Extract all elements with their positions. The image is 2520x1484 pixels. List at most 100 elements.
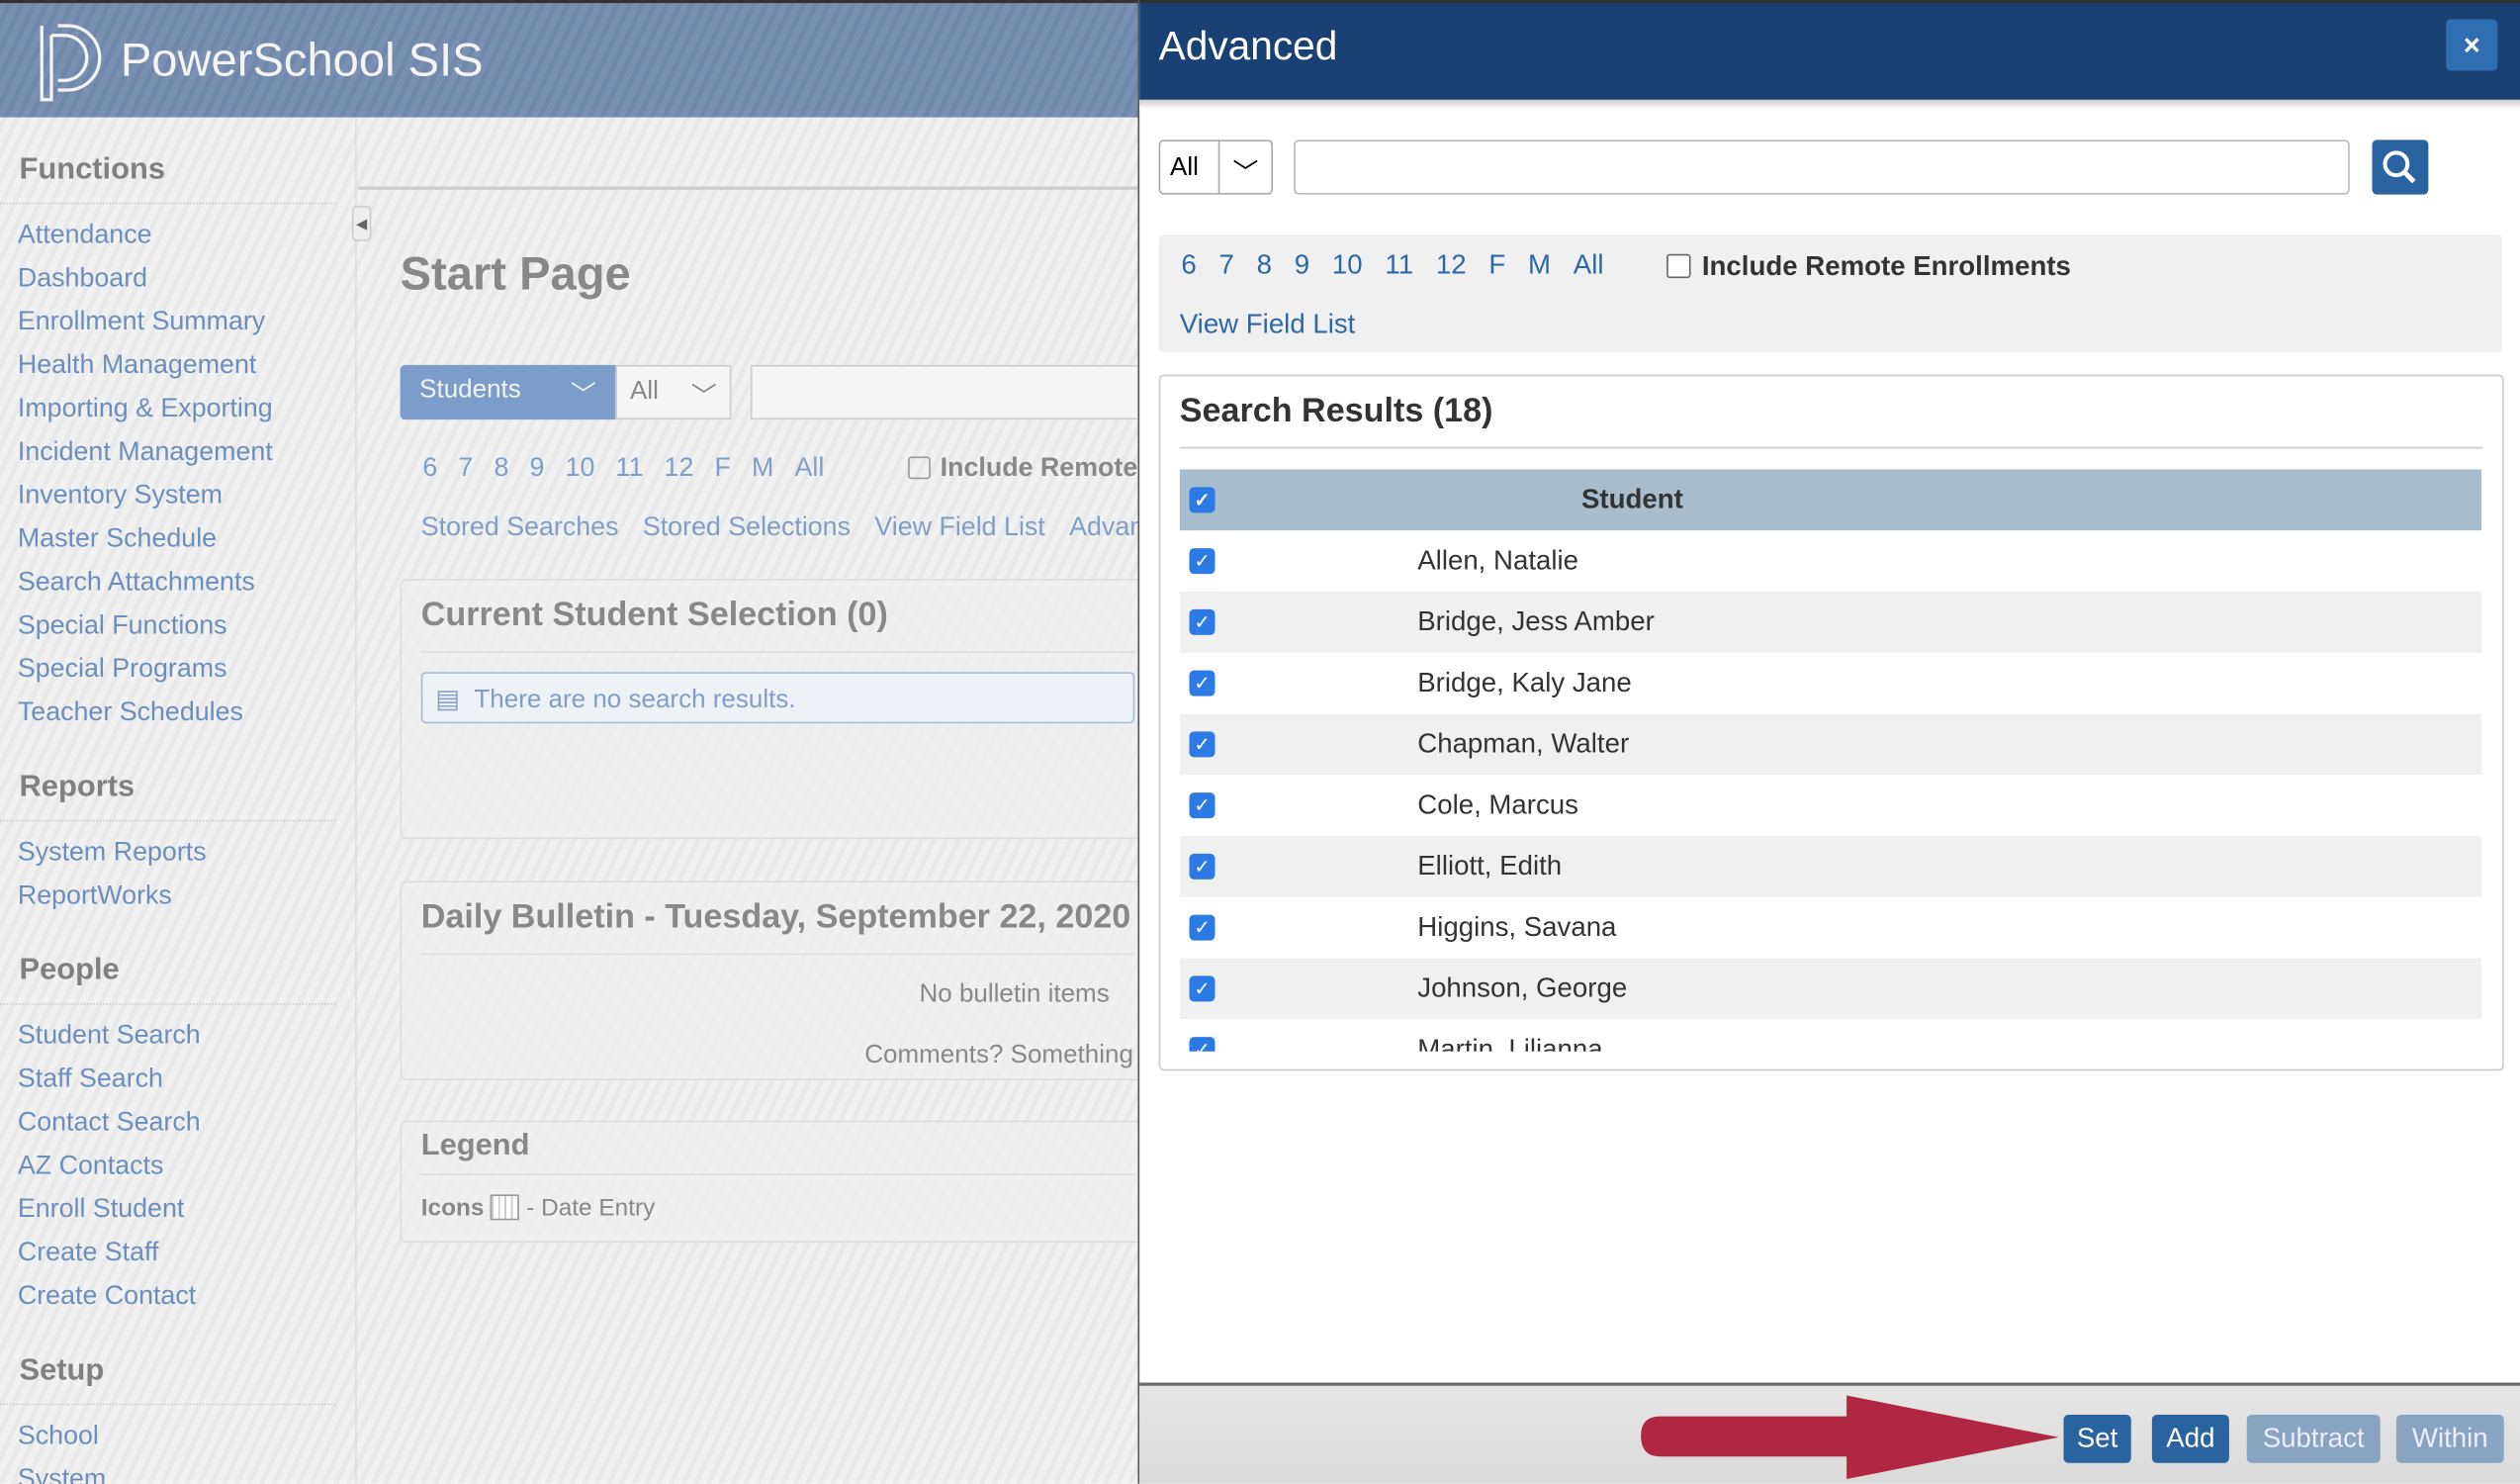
table-row[interactable]: ✓ Johnson, George <box>1179 958 2481 1020</box>
within-button[interactable]: Within <box>2395 1415 2504 1463</box>
grade-filter: 6 7 8 9 10 11 12 F M All <box>422 453 845 484</box>
table-row[interactable]: ✓ Cole, Marcus <box>1179 775 2481 836</box>
sidebar-item[interactable]: Master Schedule <box>0 517 355 561</box>
student-name[interactable]: Higgins, Savana <box>1417 911 1616 944</box>
sidebar-item[interactable]: Special Functions <box>0 604 355 648</box>
dialog-search-input[interactable] <box>1294 139 2350 195</box>
grade-link[interactable]: 7 <box>1219 249 1234 280</box>
dialog-include-remote-checkbox[interactable]: Include Remote Enrollments <box>1666 251 2071 284</box>
row-checkbox[interactable]: ✓ <box>1189 914 1215 941</box>
dialog-scope-select[interactable]: All ﹀ <box>1158 139 1273 195</box>
grade-link[interactable]: 10 <box>566 453 595 482</box>
search-link[interactable]: Stored Searches <box>421 512 619 541</box>
student-name[interactable]: Elliott, Edith <box>1417 851 1562 883</box>
search-input[interactable] <box>750 364 1153 420</box>
sidebar-item[interactable]: Importing & Exporting <box>0 388 355 431</box>
scope-select[interactable]: All ﹀ <box>615 364 732 420</box>
grade-link[interactable]: M <box>1528 249 1551 280</box>
grade-link[interactable]: 11 <box>616 453 644 482</box>
row-checkbox[interactable]: ✓ <box>1189 670 1215 696</box>
no-bulletin-text: No bulletin items <box>919 980 1110 1008</box>
row-checkbox[interactable]: ✓ <box>1189 975 1215 1002</box>
row-checkbox[interactable]: ✓ <box>1189 853 1215 880</box>
grade-link[interactable]: 10 <box>1332 249 1363 280</box>
row-checkbox[interactable]: ✓ <box>1189 608 1215 635</box>
chevron-down-icon: ﹀ <box>1217 141 1272 193</box>
grade-link[interactable]: 9 <box>530 453 545 482</box>
sidebar-item[interactable]: Enrollment Summary <box>0 301 355 344</box>
table-row[interactable]: ✓ Martin, Lilianna <box>1179 1019 2481 1052</box>
table-row[interactable]: ✓ Bridge, Jess Amber <box>1179 592 2481 653</box>
sidebar-item[interactable]: Inventory System <box>0 474 355 517</box>
grade-link[interactable]: 12 <box>665 453 694 482</box>
collapse-sidebar-icon[interactable]: ◀ <box>351 206 372 241</box>
grade-link[interactable]: 8 <box>1257 249 1272 280</box>
sidebar-item[interactable]: Attendance <box>0 214 355 257</box>
grade-link[interactable]: 6 <box>1181 249 1196 280</box>
add-button[interactable]: Add <box>2151 1415 2229 1463</box>
student-name[interactable]: Cole, Marcus <box>1417 789 1578 822</box>
table-row[interactable]: ✓ Chapman, Walter <box>1179 713 2481 776</box>
subtract-button[interactable]: Subtract <box>2246 1415 2381 1463</box>
table-row[interactable]: ✓ Higgins, Savana <box>1179 896 2481 959</box>
search-link[interactable]: Stored Selections <box>643 512 851 541</box>
current-selection-panel: Current Student Selection (0) ▤ There ar… <box>400 579 1156 840</box>
select-all-checkbox[interactable]: ✓ <box>1189 487 1215 513</box>
sidebar-item[interactable]: ReportWorks <box>0 875 355 918</box>
student-name[interactable]: Chapman, Walter <box>1417 728 1629 761</box>
student-name[interactable]: Bridge, Kaly Jane <box>1417 667 1632 699</box>
sidebar-item[interactable]: System Reports <box>0 831 355 875</box>
student-name[interactable]: Johnson, George <box>1417 973 1627 1005</box>
row-checkbox[interactable]: ✓ <box>1189 731 1215 758</box>
student-name[interactable]: Bridge, Jess Amber <box>1417 606 1655 639</box>
grade-link[interactable]: F <box>1488 249 1505 280</box>
grade-link[interactable]: 7 <box>458 453 473 482</box>
table-row[interactable]: ✓ Allen, Natalie <box>1179 530 2481 592</box>
sidebar-item[interactable]: Dashboard <box>0 257 355 301</box>
sidebar-item[interactable]: Search Attachments <box>0 561 355 604</box>
sidebar-item[interactable]: Create Staff <box>0 1232 355 1275</box>
comments-link[interactable]: Comments? Something <box>864 1042 1133 1070</box>
chevron-down-icon: ﹀ <box>570 382 596 411</box>
sidebar-item[interactable]: Staff Search <box>0 1058 355 1101</box>
search-results-panel: Search Results (18) ✓ Student ✓ Allen, Nat… <box>1158 374 2504 1071</box>
sidebar-item[interactable]: Create Contact <box>0 1275 355 1319</box>
close-button[interactable]: × <box>2446 19 2498 71</box>
sidebar-item[interactable]: Special Programs <box>0 648 355 692</box>
sidebar-item[interactable]: School <box>0 1415 355 1458</box>
grade-link[interactable]: 6 <box>422 453 437 482</box>
sidebar-item[interactable]: Health Management <box>0 344 355 388</box>
sidebar-item[interactable]: AZ Contacts <box>0 1145 355 1188</box>
dialog-scope-value: All <box>1170 154 1199 182</box>
search-type-select[interactable]: Students ﹀ <box>400 364 616 420</box>
student-name[interactable]: Allen, Natalie <box>1417 545 1578 578</box>
grade-link[interactable]: 11 <box>1385 249 1413 280</box>
grade-link[interactable]: F <box>714 453 730 482</box>
row-checkbox[interactable]: ✓ <box>1189 1037 1215 1052</box>
grade-link[interactable]: All <box>794 453 824 482</box>
grade-link[interactable]: M <box>752 453 773 482</box>
sidebar-heading: Reports <box>0 770 336 822</box>
grade-link[interactable]: All <box>1574 249 1604 280</box>
grade-link[interactable]: 9 <box>1295 249 1309 280</box>
grade-link[interactable]: 8 <box>494 453 508 482</box>
sidebar-heading: People <box>0 954 336 1005</box>
search-button[interactable] <box>2372 139 2429 195</box>
sidebar-item[interactable]: System <box>0 1458 355 1484</box>
student-name[interactable]: Martin, Lilianna <box>1417 1034 1602 1052</box>
student-column-header[interactable]: Student <box>1581 484 1683 516</box>
sidebar-item[interactable]: Teacher Schedules <box>0 692 355 735</box>
sidebar-item[interactable]: Incident Management <box>0 431 355 475</box>
view-field-list-link[interactable]: View Field List <box>1180 309 1356 341</box>
sidebar-item[interactable]: Contact Search <box>0 1101 355 1145</box>
grade-link[interactable]: 12 <box>1436 249 1467 280</box>
set-button[interactable]: Set <box>2063 1415 2131 1463</box>
dialog-header: Advanced × <box>1139 0 2520 100</box>
row-checkbox[interactable]: ✓ <box>1189 548 1215 575</box>
table-row[interactable]: ✓ Bridge, Kaly Jane <box>1179 652 2481 714</box>
sidebar-item[interactable]: Enroll Student <box>0 1188 355 1232</box>
sidebar-item[interactable]: Student Search <box>0 1014 355 1058</box>
search-link[interactable]: View Field List <box>874 512 1044 541</box>
row-checkbox[interactable]: ✓ <box>1189 792 1215 819</box>
table-row[interactable]: ✓ Elliott, Edith <box>1179 836 2481 897</box>
